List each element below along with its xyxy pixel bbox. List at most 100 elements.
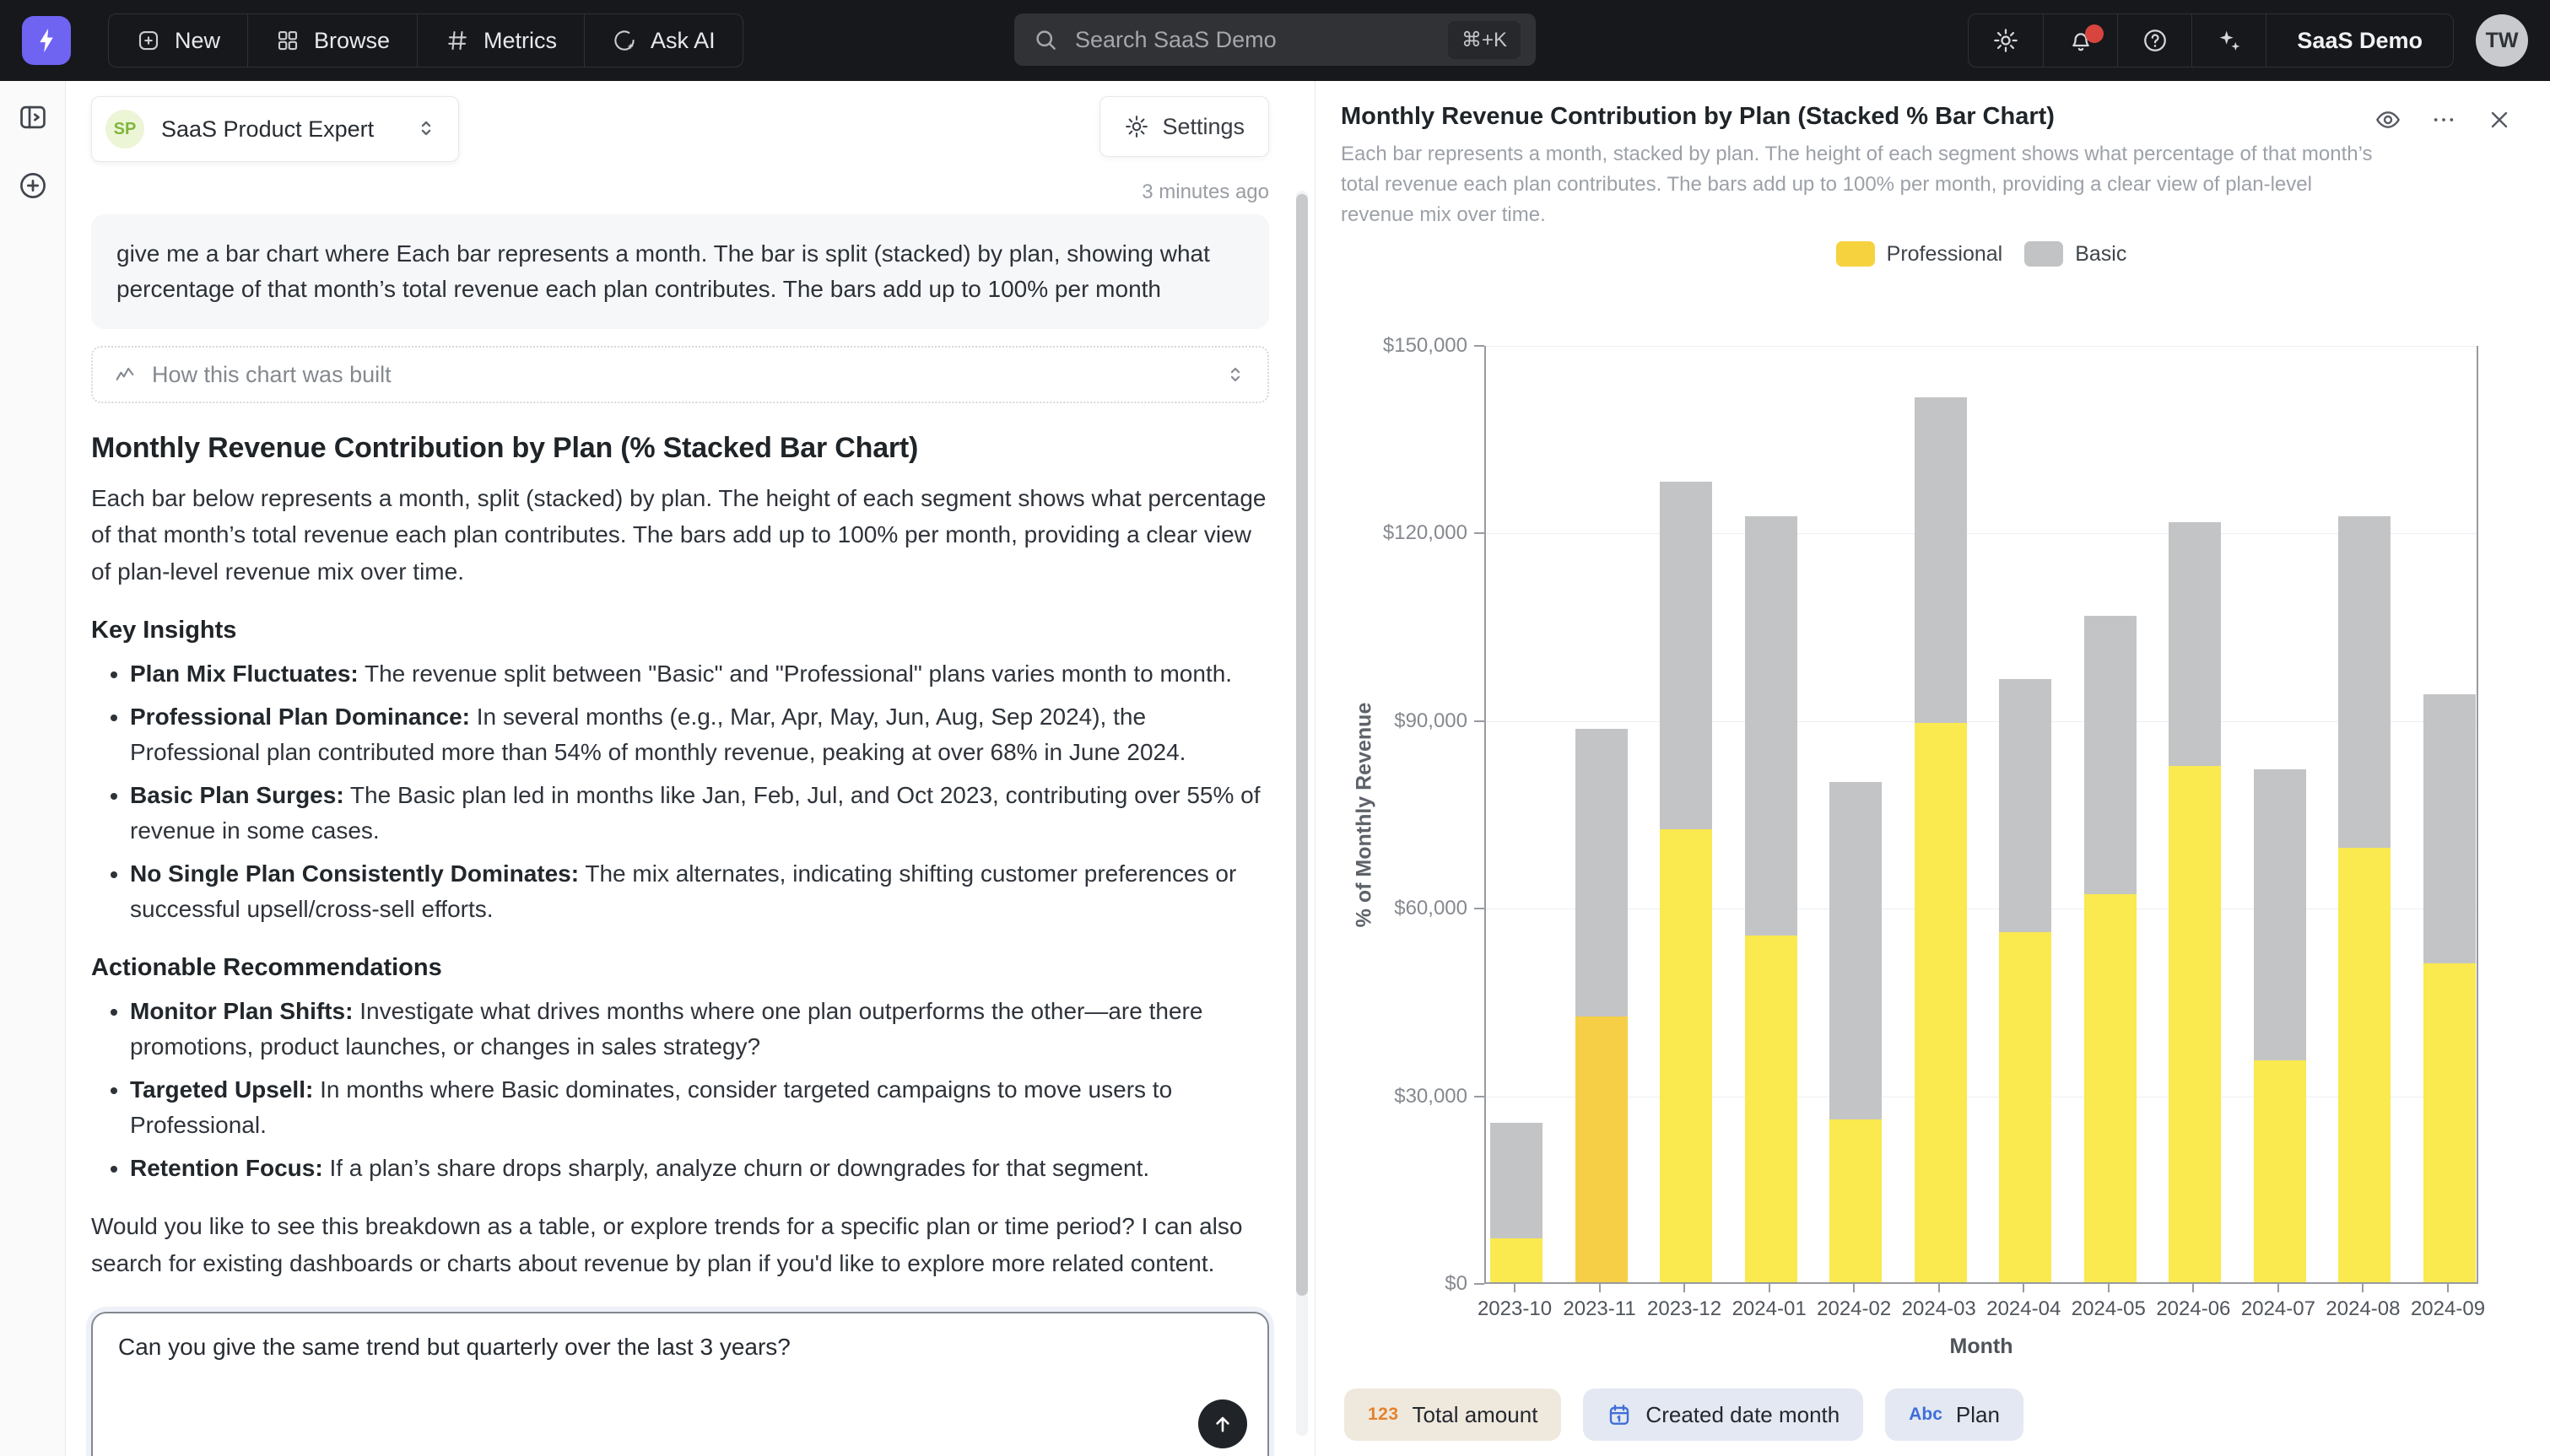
field-chip-created-date-month[interactable]: Created date month (1583, 1389, 1863, 1441)
recommendations-list: Monitor Plan Shifts: Investigate what dr… (91, 994, 1269, 1186)
line-chart-icon (113, 363, 137, 386)
x-tick (1769, 1284, 1770, 1292)
bullet-item: Retention Focus: If a plan’s share drops… (130, 1151, 1269, 1186)
field-chip-plan[interactable]: Abc Plan (1885, 1389, 2023, 1441)
x-tick (2447, 1284, 2449, 1292)
bar-segment-professional-2024-02[interactable] (1829, 1119, 1882, 1282)
how-built-label: How this chart was built (152, 362, 392, 388)
chat-sparkle-icon (612, 28, 637, 53)
gridline (1486, 533, 2477, 534)
app-logo[interactable] (22, 16, 71, 65)
y-tick-label: $0 (1332, 1272, 1467, 1296)
expand-sidebar-button[interactable] (17, 101, 49, 136)
y-tick (1474, 908, 1484, 909)
view-chart-button[interactable] (2374, 106, 2401, 136)
bullet-item: Plan Mix Fluctuates: The revenue split b… (130, 656, 1269, 692)
bar-segment-professional-2024-04[interactable] (1999, 932, 2051, 1282)
text-field-icon: Abc (1909, 1405, 1942, 1425)
bar-segment-basic-2024-06[interactable] (2169, 522, 2221, 766)
notifications-button[interactable] (2043, 14, 2117, 67)
bar-segment-professional-2023-11[interactable] (1575, 1017, 1628, 1282)
bullet-item: Basic Plan Surges: The Basic plan led in… (130, 778, 1269, 849)
settings-label: Settings (1162, 114, 1245, 140)
x-tick (1683, 1284, 1685, 1292)
primary-nav: New Browse Metrics Ask AI (108, 13, 743, 67)
chat-scrollbar-thumb[interactable] (1296, 194, 1308, 1296)
hash-icon (445, 28, 470, 53)
field-chip-label: Total amount (1413, 1402, 1538, 1428)
close-panel-button[interactable] (2486, 106, 2513, 136)
nav-metrics-button[interactable]: Metrics (417, 14, 584, 67)
bar-segment-basic-2024-02[interactable] (1829, 782, 1882, 1119)
y-tick-label: $30,000 (1332, 1085, 1467, 1108)
bar-segment-professional-2024-05[interactable] (2084, 894, 2137, 1282)
bar-segment-basic-2024-04[interactable] (1999, 679, 2051, 932)
new-thread-button[interactable] (17, 170, 49, 204)
bar-segment-professional-2024-09[interactable] (2423, 963, 2476, 1282)
search-placeholder: Search SaaS Demo (1075, 27, 1448, 53)
chevron-updown-icon (414, 116, 438, 143)
x-tick (2023, 1284, 2024, 1292)
bar-segment-basic-2024-07[interactable] (2254, 769, 2306, 1060)
field-chip-label: Plan (1956, 1402, 2000, 1428)
send-button[interactable] (1198, 1399, 1247, 1448)
key-insights-list: Plan Mix Fluctuates: The revenue split b… (91, 656, 1269, 927)
bar-segment-basic-2023-12[interactable] (1660, 482, 1712, 828)
bar-segment-basic-2024-09[interactable] (2423, 694, 2476, 963)
message-input[interactable]: Can you give the same trend but quarterl… (91, 1312, 1269, 1456)
key-insights-heading: Key Insights (91, 617, 1269, 644)
bar-segment-basic-2023-11[interactable] (1575, 729, 1628, 1017)
agent-selector[interactable]: SP SaaS Product Expert (91, 96, 459, 162)
legend-item-professional[interactable]: Professional (1836, 241, 2003, 267)
x-axis-title: Month (1484, 1335, 2478, 1359)
gridline (1486, 346, 2477, 347)
x-tick (2277, 1284, 2279, 1292)
y-tick (1474, 1096, 1484, 1097)
chat-scrollbar-track[interactable] (1296, 191, 1308, 1436)
close-icon (2486, 106, 2513, 133)
bar-segment-basic-2024-03[interactable] (1915, 397, 1967, 722)
y-tick-label: $90,000 (1332, 709, 1467, 733)
bar-segment-basic-2024-01[interactable] (1745, 516, 1797, 936)
user-avatar[interactable]: TW (2476, 14, 2528, 67)
agent-settings-button[interactable]: Settings (1099, 96, 1269, 157)
field-chip-total-amount[interactable]: 123Total amount (1344, 1389, 1561, 1441)
global-search-input[interactable]: Search SaaS Demo ⌘+K (1014, 13, 1536, 66)
bar-segment-professional-2024-06[interactable] (2169, 766, 2221, 1282)
bullet-item: No Single Plan Consistently Dominates: T… (130, 856, 1269, 927)
bar-segment-professional-2024-03[interactable] (1915, 723, 1967, 1282)
chart-panel-actions (2374, 103, 2513, 136)
ai-sparkles-button[interactable] (2191, 14, 2266, 67)
agent-avatar: SP (105, 110, 144, 148)
how-chart-built-expander[interactable]: How this chart was built (91, 346, 1269, 403)
help-button[interactable] (2117, 14, 2191, 67)
nav-browse-button[interactable]: Browse (247, 14, 417, 67)
grid-icon (275, 28, 300, 53)
legend-item-basic[interactable]: Basic (2024, 241, 2126, 267)
workspace-button[interactable]: SaaS Demo (2266, 14, 2453, 67)
chart-panel-subtitle: Each bar represents a month, stacked by … (1341, 139, 2374, 230)
arrow-up-icon (1211, 1412, 1234, 1436)
y-tick (1474, 720, 1484, 722)
bar-segment-basic-2024-08[interactable] (2338, 516, 2391, 848)
plus-circle-icon (17, 170, 49, 202)
bar-segment-professional-2024-08[interactable] (2338, 848, 2391, 1282)
bar-segment-professional-2024-01[interactable] (1745, 936, 1797, 1282)
x-tick-label: 2024-09 (2411, 1297, 2485, 1321)
settings-nav-button[interactable] (1969, 14, 2043, 67)
nav-new-button[interactable]: New (109, 14, 247, 67)
y-tick-label: $120,000 (1332, 521, 1467, 545)
agent-name: SaaS Product Expert (161, 116, 374, 143)
more-options-button[interactable] (2430, 106, 2457, 136)
bar-segment-professional-2023-12[interactable] (1660, 829, 1712, 1282)
nav-ask-ai-button[interactable]: Ask AI (584, 14, 743, 67)
chart-plot (1484, 346, 2478, 1284)
field-chip-label: Created date month (1645, 1402, 1840, 1428)
bar-segment-basic-2024-05[interactable] (2084, 616, 2137, 894)
x-tick-label: 2024-02 (1817, 1297, 1891, 1321)
notification-badge (2085, 24, 2104, 43)
bar-segment-professional-2024-07[interactable] (2254, 1060, 2306, 1282)
bar-segment-basic-2023-10[interactable] (1490, 1123, 1542, 1238)
message-timestamp: 3 minutes ago (91, 181, 1269, 204)
bar-segment-professional-2023-10[interactable] (1490, 1238, 1542, 1282)
